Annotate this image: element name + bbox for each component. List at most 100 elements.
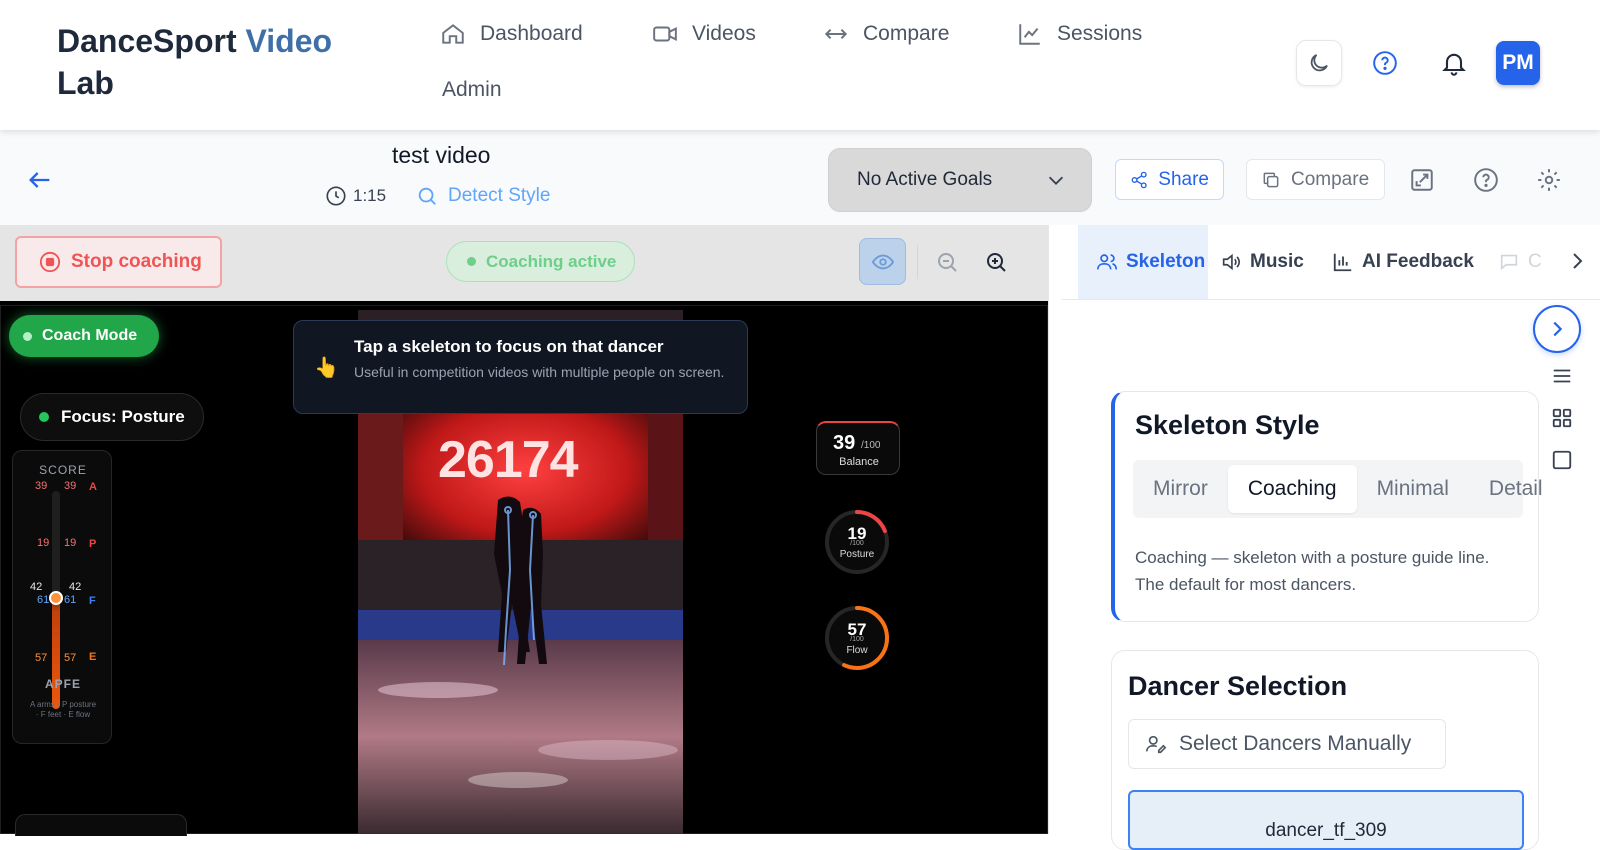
nav-label: Admin xyxy=(442,78,502,101)
dancer-selection-card: Dancer Selection Select Dancers Manually… xyxy=(1111,650,1539,850)
tabs-scroll-right[interactable] xyxy=(1565,249,1589,273)
nav-videos[interactable]: Videos xyxy=(652,21,756,47)
video-title: test video xyxy=(392,142,491,168)
dark-mode-button[interactable] xyxy=(1296,40,1342,86)
compare-button[interactable]: Compare xyxy=(1246,159,1385,200)
skeleton-style-description: Coaching — skeleton with a posture guide… xyxy=(1135,548,1490,594)
help-circle-icon xyxy=(1474,168,1498,192)
settings-button[interactable] xyxy=(1536,167,1562,193)
coaching-status-badge: Coaching active xyxy=(446,241,635,282)
chevron-right-icon xyxy=(1573,253,1583,269)
focus-badge[interactable]: Focus: Posture xyxy=(20,393,204,441)
score-f-left: 61 xyxy=(37,594,50,606)
app-header: DanceSport Video Lab Dashboard Videos Co… xyxy=(0,0,1600,130)
speaker-icon xyxy=(1222,253,1240,271)
posture-label: Posture xyxy=(839,549,875,560)
score-e-letter: E xyxy=(89,651,97,663)
zoom-in-button[interactable] xyxy=(984,250,1008,274)
style-option-coaching[interactable]: Coaching xyxy=(1227,465,1357,513)
score-f-letter: F xyxy=(89,595,96,607)
clock-icon xyxy=(326,186,346,206)
nav-compare[interactable]: Compare xyxy=(823,21,949,47)
list-view-button[interactable] xyxy=(1546,360,1578,392)
stop-circle-icon xyxy=(39,251,61,273)
flow-metric: 57 /100 Flow xyxy=(823,604,891,672)
nav-label: Dashboard xyxy=(480,22,583,45)
chat-icon xyxy=(1500,254,1518,271)
style-option-mirror[interactable]: Mirror xyxy=(1133,465,1228,513)
status-dot xyxy=(23,331,32,341)
tooltip-title: Tap a skeleton to focus on that dancer xyxy=(354,337,664,356)
detect-style-button[interactable]: Detect Style xyxy=(416,185,550,207)
trend-chart-icon xyxy=(1019,24,1040,45)
compare-label: Compare xyxy=(1291,168,1370,190)
eye-icon xyxy=(871,254,894,269)
zoom-out-button[interactable] xyxy=(935,250,959,274)
user-avatar[interactable]: PM xyxy=(1496,41,1540,85)
secondary-panel-edge xyxy=(15,814,187,836)
style-option-minimal[interactable]: Minimal xyxy=(1357,465,1469,513)
search-icon xyxy=(418,187,436,205)
dancer-item-label: dancer_tf_309 xyxy=(1265,820,1387,841)
tab-chat[interactable]: C xyxy=(1498,225,1542,299)
score-e-left: 57 xyxy=(35,652,48,664)
focus-tooltip: 👆 Tap a skeleton to focus on that dancer… xyxy=(293,320,748,414)
nav-admin[interactable]: Admin xyxy=(442,78,502,102)
menu-icon xyxy=(1553,369,1571,383)
grid-view-button[interactable] xyxy=(1546,402,1578,434)
share-button[interactable]: Share xyxy=(1115,159,1224,200)
nav-label: Videos xyxy=(692,22,756,45)
brand-line2: Lab xyxy=(57,65,114,101)
notifications-button[interactable] xyxy=(1431,40,1477,86)
app-logo[interactable]: DanceSport Video Lab xyxy=(57,20,357,104)
apfe-score-panel: SCORE 39 39 A 19 19 P 42 42 61 61 F 57 5… xyxy=(12,450,112,744)
tab-label: Skeleton xyxy=(1126,251,1206,272)
bar-chart-icon xyxy=(1333,253,1352,272)
panel-tabs: Skeleton Music AI Feedback C xyxy=(1062,225,1600,300)
nav-sessions[interactable]: Sessions xyxy=(1017,21,1142,47)
balance-value: 39 xyxy=(833,432,856,454)
video-duration: 1:15 xyxy=(325,185,386,207)
select-dancers-button[interactable]: Select Dancers Manually xyxy=(1128,719,1446,769)
score-p-left: 19 xyxy=(37,537,50,549)
video-help-button[interactable] xyxy=(1473,167,1499,193)
goals-dropdown[interactable]: No Active Goals xyxy=(828,148,1092,212)
panel-resize-handle[interactable] xyxy=(1048,225,1062,834)
back-button[interactable] xyxy=(26,166,54,194)
flow-max: /100 xyxy=(850,636,864,643)
dancer-selection-title: Dancer Selection xyxy=(1128,671,1348,701)
skeleton-style-title: Skeleton Style xyxy=(1135,410,1320,440)
score-legend-2: · F feet · E flow xyxy=(35,710,91,719)
nav-label: Compare xyxy=(863,22,950,45)
score-e-right: 57 xyxy=(64,652,77,664)
focus-label: Focus: Posture xyxy=(61,407,185,426)
tab-ai-feedback[interactable]: AI Feedback xyxy=(1332,225,1474,299)
score-marker-left: 42 xyxy=(30,581,43,593)
score-a-right: 39 xyxy=(64,480,77,492)
goals-selected: No Active Goals xyxy=(857,169,993,190)
moon-icon xyxy=(1310,54,1328,72)
tooltip-body: Useful in competition videos with multip… xyxy=(354,364,725,380)
help-circle-icon xyxy=(1373,51,1397,75)
dancer-item[interactable]: dancer_tf_309 xyxy=(1128,790,1524,850)
coach-mode-badge[interactable]: Coach Mode xyxy=(9,315,159,357)
help-button[interactable] xyxy=(1362,40,1408,86)
bell-icon xyxy=(1442,53,1466,76)
nav-dashboard[interactable]: Dashboard xyxy=(440,21,583,47)
video-camera-icon xyxy=(653,26,677,42)
score-marker[interactable] xyxy=(49,591,63,605)
stop-coaching-button[interactable]: Stop coaching xyxy=(15,236,222,288)
style-option-detail[interactable]: Detail xyxy=(1469,465,1563,513)
balance-label: Balance xyxy=(839,456,879,468)
detect-style-label: Detect Style xyxy=(448,185,551,206)
nav-label: Sessions xyxy=(1057,22,1143,45)
popout-button[interactable] xyxy=(1409,167,1435,193)
score-marker-right: 42 xyxy=(69,581,82,593)
share-label: Share xyxy=(1158,168,1209,190)
collapse-panel-button[interactable] xyxy=(1533,305,1581,353)
tab-music[interactable]: Music xyxy=(1220,225,1304,299)
score-heading: SCORE xyxy=(39,463,87,477)
stop-coaching-label: Stop coaching xyxy=(71,251,202,272)
tab-skeleton[interactable]: Skeleton xyxy=(1078,225,1208,299)
toggle-overlay-button[interactable] xyxy=(859,238,906,285)
